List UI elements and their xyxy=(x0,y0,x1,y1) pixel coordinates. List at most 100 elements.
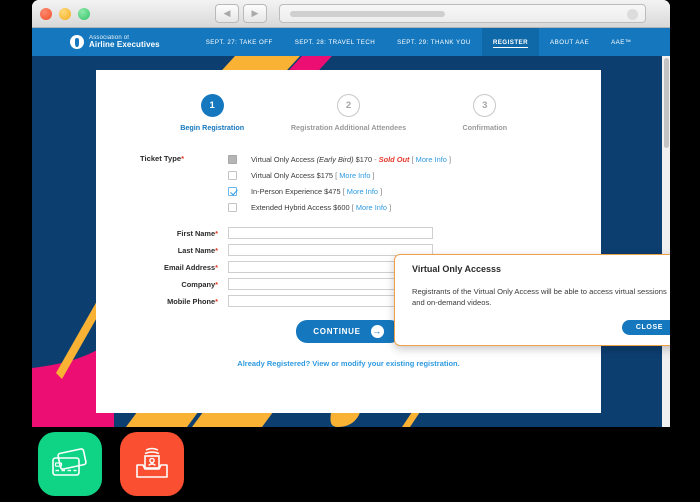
modal-close-button[interactable]: CLOSE xyxy=(621,320,670,335)
nav-item-sept-29[interactable]: SEPT. 29: THANK YOU xyxy=(386,28,482,56)
opt0-name: Virtual Only Access xyxy=(251,154,315,164)
checkbox-virtual-175[interactable] xyxy=(228,170,237,180)
last-name-label-text: Last Name xyxy=(177,245,216,255)
step-2[interactable]: 2 Registration Additional Attendees xyxy=(280,94,416,133)
dock xyxy=(38,432,184,496)
maximize-window-button[interactable] xyxy=(78,7,90,20)
opt1-price: $175 xyxy=(316,170,334,180)
opt2-more-info-link[interactable]: More Info xyxy=(347,187,378,196)
credit-cards-app-icon[interactable] xyxy=(38,432,102,496)
nav-item-about-aae[interactable]: ABOUT AAE xyxy=(539,28,600,56)
first-name-label: First Name* xyxy=(140,229,228,238)
brand-line-1: Association of xyxy=(89,34,130,41)
first-name-required-mark: * xyxy=(215,228,218,238)
mobile-phone-label: Mobile Phone* xyxy=(140,297,228,306)
nav-item-sept-27[interactable]: SEPT. 27: TAKE OFF xyxy=(195,28,284,56)
contact-inbox-app-icon[interactable] xyxy=(120,432,184,496)
nav-item-aae[interactable]: AAE™ xyxy=(600,28,642,56)
ticket-type-required-mark: * xyxy=(181,154,185,164)
step-2-number: 2 xyxy=(336,94,360,117)
company-label: Company* xyxy=(140,280,228,289)
modal-title: Virtual Only Accesss xyxy=(412,264,502,274)
company-required-mark: * xyxy=(215,279,218,289)
brand-line-2: Airline Executives xyxy=(89,39,160,49)
step-indicator: 1 Begin Registration 2 Registration Addi… xyxy=(96,94,601,133)
step-2-label: Registration Additional Attendees xyxy=(290,123,407,132)
registration-card: 1 Begin Registration 2 Registration Addi… xyxy=(96,70,601,413)
site-navigation-bar: Association of Airline Executives SEPT. … xyxy=(32,28,670,56)
checkbox-in-person[interactable] xyxy=(228,186,237,196)
airplane-roundel-icon xyxy=(70,35,84,49)
modal-body-text: Registrants of the Virtual Only Access w… xyxy=(412,287,667,307)
ticket-options-list: Virtual Only Access (Early Bird) $170 - … xyxy=(218,151,451,215)
contact-inbox-icon xyxy=(136,447,168,478)
window-controls[interactable] xyxy=(40,7,90,20)
address-bar[interactable] xyxy=(279,4,646,23)
opt3-more-info-link[interactable]: More Info xyxy=(356,203,387,212)
ticket-option-virtual-early-bird[interactable]: Virtual Only Access (Early Bird) $170 - … xyxy=(228,151,451,167)
ticket-option-virtual-175-text: Virtual Only Access $175 [ More Info ] xyxy=(251,170,375,180)
ticket-option-in-person[interactable]: In-Person Experience $475 [ More Info ] xyxy=(228,183,451,199)
browser-titlebar: ◀ ▶ xyxy=(32,0,670,28)
nav-item-register[interactable]: REGISTER xyxy=(481,28,540,56)
email-label-text: Email Address xyxy=(164,262,216,272)
ticket-type-label: Ticket Type* xyxy=(140,151,218,215)
browser-nav-buttons[interactable]: ◀ ▶ xyxy=(215,4,267,23)
nav-links: SEPT. 27: TAKE OFF SEPT. 28: TRAVEL TECH… xyxy=(195,28,643,56)
back-button[interactable]: ◀ xyxy=(215,4,239,23)
minimize-window-button[interactable] xyxy=(59,7,71,20)
first-name-input[interactable] xyxy=(228,227,433,240)
opt2-price: $475 xyxy=(324,186,341,196)
forward-button[interactable]: ▶ xyxy=(243,4,267,23)
continue-button[interactable]: CONTINUE → xyxy=(296,320,401,344)
ticket-type-label-text: Ticket Type xyxy=(140,154,182,164)
ticket-option-extended-hybrid[interactable]: Extended Hybrid Access $600 [ More Info … xyxy=(228,199,451,215)
mobile-phone-label-text: Mobile Phone xyxy=(167,296,216,306)
step-3[interactable]: 3 Confirmation xyxy=(417,94,553,133)
arrow-right-icon: → xyxy=(370,325,384,339)
ticket-option-in-person-text: In-Person Experience $475 [ More Info ] xyxy=(251,186,383,196)
close-window-button[interactable] xyxy=(40,7,52,20)
email-label: Email Address* xyxy=(140,263,228,272)
browser-window: ◀ ▶ Association of Airline Executives SE… xyxy=(32,0,670,427)
opt0-badge: (Early Bird) xyxy=(316,154,354,164)
opt2-name: In-Person Experience xyxy=(251,186,323,196)
opt3-name: Extended Hybrid Access xyxy=(251,202,332,212)
ticket-type-section: Ticket Type* Virtual Only Access (Early … xyxy=(96,151,601,215)
opt3-price: $600 xyxy=(333,202,350,212)
opt0-status: Sold Out xyxy=(378,154,410,164)
reload-icon[interactable] xyxy=(627,9,638,20)
page-scrollbar[interactable] xyxy=(662,56,670,427)
checkbox-extended-hybrid[interactable] xyxy=(228,202,237,212)
step-1-label: Begin Registration xyxy=(180,123,245,132)
forward-arrow-icon: ▶ xyxy=(251,8,259,18)
address-bar-url-text xyxy=(290,11,445,17)
opt1-more-info-link[interactable]: More Info xyxy=(339,171,370,180)
opt0-more-info-link[interactable]: More Info xyxy=(416,155,447,164)
continue-button-label: CONTINUE xyxy=(313,327,361,337)
step-1-number: 1 xyxy=(200,94,224,117)
company-label-text: Company xyxy=(181,279,216,289)
email-required-mark: * xyxy=(215,262,218,272)
page-viewport: Association of Airline Executives SEPT. … xyxy=(32,28,670,427)
opt0-price: $170 xyxy=(355,154,373,164)
scrollbar-thumb[interactable] xyxy=(663,58,669,148)
site-logo[interactable]: Association of Airline Executives xyxy=(70,35,160,50)
back-arrow-icon: ◀ xyxy=(223,8,231,18)
last-name-required-mark: * xyxy=(215,245,218,255)
step-3-number: 3 xyxy=(473,94,497,117)
already-registered-link[interactable]: Already Registered? View or modify your … xyxy=(96,359,601,368)
last-name-label: Last Name* xyxy=(140,246,228,255)
nav-item-sept-28[interactable]: SEPT. 28: TRAVEL TECH xyxy=(284,28,386,56)
brand-text: Association of Airline Executives xyxy=(89,35,160,50)
opt1-name: Virtual Only Access xyxy=(251,170,315,180)
credit-cards-icon xyxy=(52,448,87,476)
step-1[interactable]: 1 Begin Registration xyxy=(144,94,280,133)
field-row-first-name: First Name* xyxy=(140,227,601,240)
ticket-option-virtual-early-bird-text: Virtual Only Access (Early Bird) $170 - … xyxy=(251,154,452,164)
checkbox-virtual-early-bird xyxy=(228,154,237,164)
screenshot-stage: ◀ ▶ Association of Airline Executives SE… xyxy=(0,0,700,502)
ticket-option-virtual-175[interactable]: Virtual Only Access $175 [ More Info ] xyxy=(228,167,451,183)
step-3-label: Confirmation xyxy=(462,123,508,132)
first-name-label-text: First Name xyxy=(176,228,216,238)
